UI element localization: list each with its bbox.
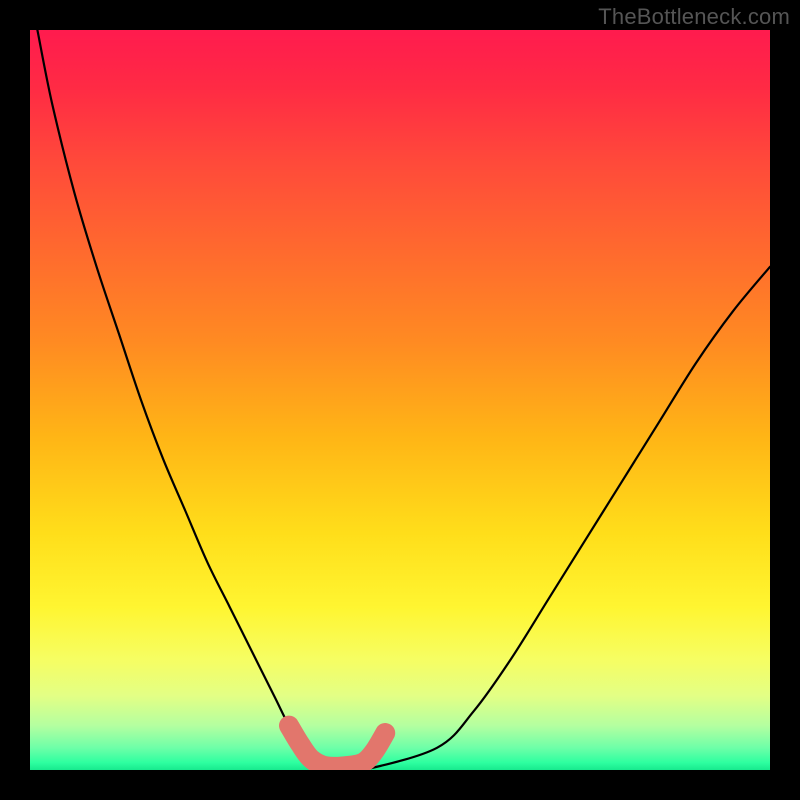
bottleneck-curve bbox=[37, 30, 770, 770]
watermark-text: TheBottleneck.com bbox=[598, 4, 790, 30]
chart-svg bbox=[30, 30, 770, 770]
plot-area bbox=[30, 30, 770, 770]
chart-frame: TheBottleneck.com bbox=[0, 0, 800, 800]
highlight-marker bbox=[289, 726, 385, 767]
